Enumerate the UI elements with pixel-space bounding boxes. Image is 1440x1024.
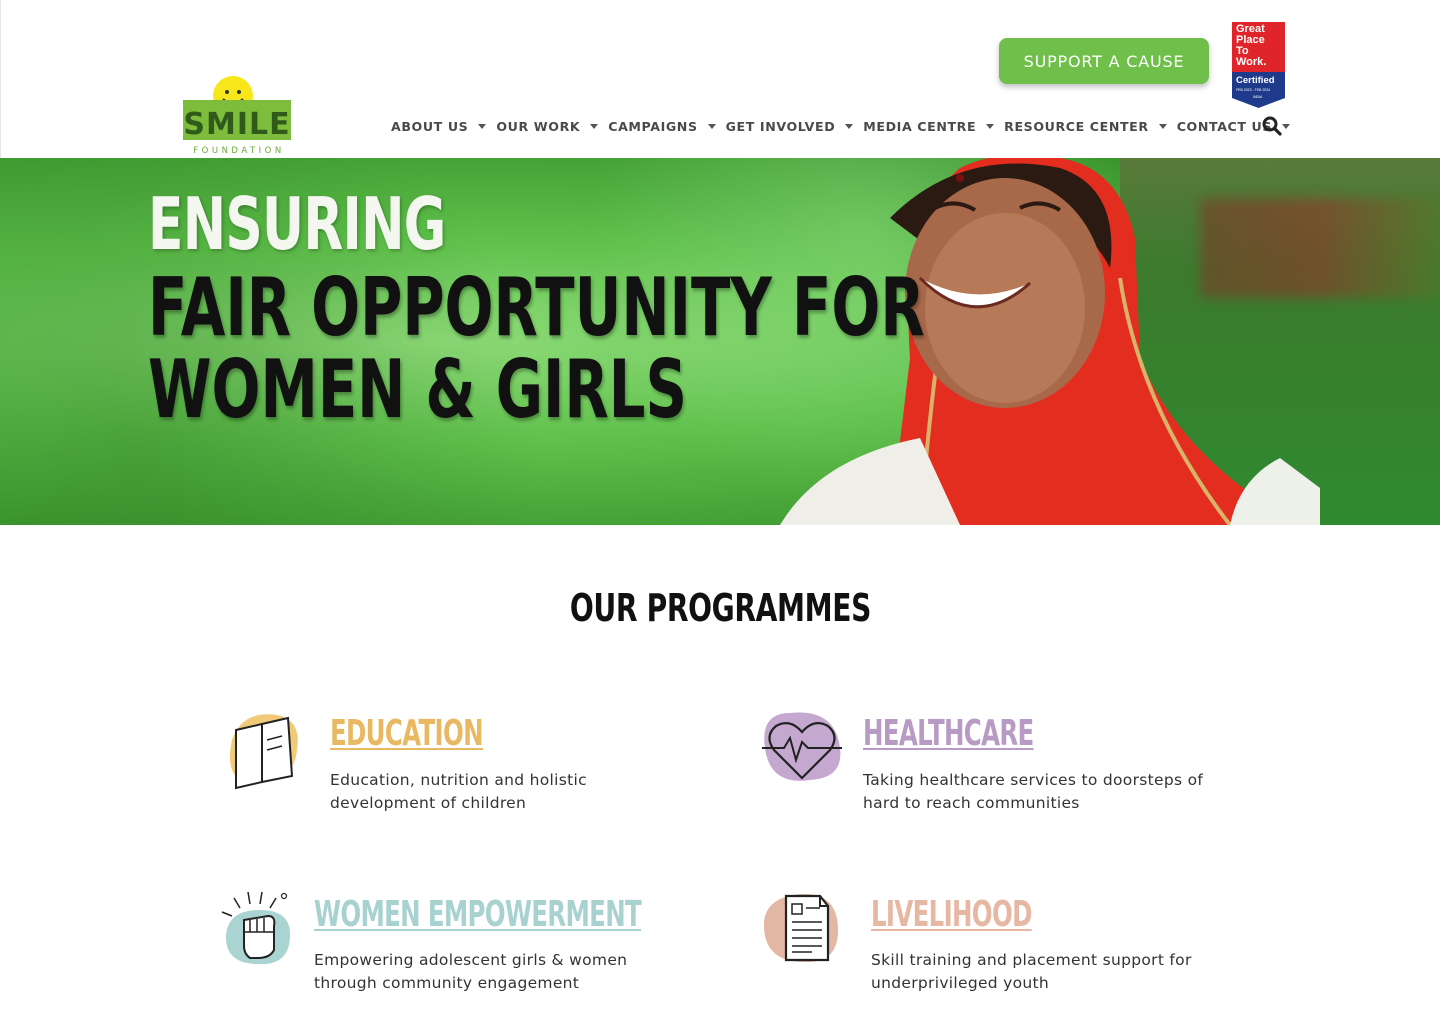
hero-banner: ENSURING FAIR OPPORTUNITY FOR WOMEN & GI…	[0, 158, 1440, 525]
nav-get-involved[interactable]: GET INVOLVED	[726, 119, 854, 134]
programme-desc-education: Education, nutrition and holistic develo…	[330, 771, 587, 812]
heart-pulse-icon	[762, 712, 842, 781]
support-a-cause-button[interactable]: SUPPORT A CAUSE	[999, 38, 1209, 84]
hero-line-2: FAIR OPPORTUNITY FOR	[148, 261, 925, 354]
search-icon[interactable]	[1262, 116, 1282, 136]
programmes-heading: OUR PROGRAMMES	[569, 586, 871, 630]
hero-headline: ENSURING FAIR OPPORTUNITY FOR WOMEN & GI…	[148, 188, 1227, 430]
book-icon	[230, 714, 298, 790]
programme-desc-healthcare: Taking healthcare services to doorsteps …	[863, 771, 1204, 812]
chevron-down-icon	[590, 123, 599, 129]
raised-fist-icon	[221, 891, 291, 965]
programme-title-education[interactable]: EDUCATION	[330, 716, 484, 752]
nav-our-work[interactable]: OUR WORK	[496, 119, 599, 134]
svg-text:Work.: Work.	[1236, 56, 1266, 68]
svg-text:Certified: Certified	[1236, 75, 1275, 86]
site-header: SMILE FOUNDATION SUPPORT A CAUSE Great P…	[0, 0, 1440, 158]
nav-about-us[interactable]: ABOUT US	[391, 119, 487, 134]
svg-text:FEB 2023 - FEB 2024: FEB 2023 - FEB 2024	[1236, 88, 1270, 92]
nav-media-centre[interactable]: MEDIA CENTRE	[863, 119, 995, 134]
nav-resource-center[interactable]: RESOURCE CENTER	[1004, 119, 1167, 134]
hero-line-1: ENSURING	[148, 182, 446, 266]
programme-title-healthcare[interactable]: HEALTHCARE	[863, 716, 1034, 752]
programme-title-women-empowerment[interactable]: WOMEN EMPOWERMENT	[314, 897, 642, 933]
svg-text:INDIA: INDIA	[1253, 95, 1263, 99]
programme-title-livelihood[interactable]: LIVELIHOOD	[871, 897, 1032, 933]
hero-line-3: WOMEN & GIRLS	[148, 343, 687, 436]
chevron-down-icon	[1282, 123, 1291, 129]
programme-desc-women-empowerment: Empowering adolescent girls & women thro…	[314, 951, 628, 992]
main-nav: ABOUT US OUR WORK CAMPAIGNS GET INVOLVED…	[391, 112, 1300, 140]
chevron-down-icon	[1158, 123, 1167, 129]
chevron-down-icon	[478, 123, 487, 129]
logo-subtext: FOUNDATION	[193, 146, 284, 156]
nav-campaigns[interactable]: CAMPAIGNS	[608, 119, 716, 134]
chevron-down-icon	[845, 123, 854, 129]
chevron-down-icon	[707, 123, 716, 129]
document-icon	[763, 893, 838, 963]
smile-foundation-logo[interactable]: SMILE FOUNDATION	[183, 74, 295, 156]
svg-text:SMILE: SMILE	[183, 107, 290, 142]
programme-desc-livelihood: Skill training and placement support for…	[871, 951, 1192, 992]
great-place-to-work-badge: Great Place To Work. Certified FEB 2023 …	[1232, 22, 1285, 108]
chevron-down-icon	[986, 123, 995, 129]
